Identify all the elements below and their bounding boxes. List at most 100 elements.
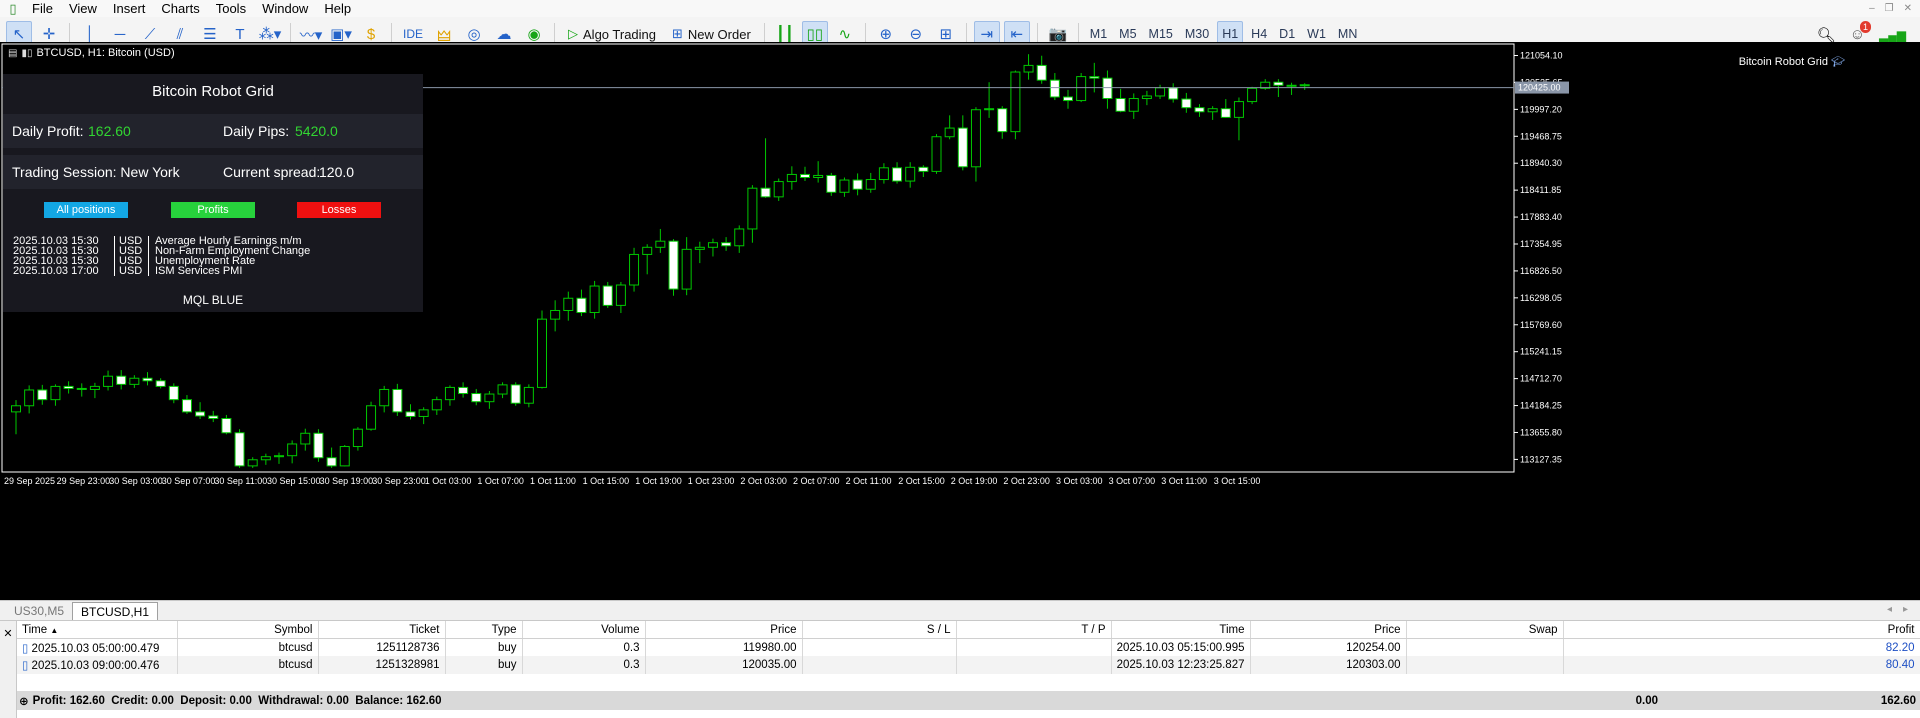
tab-scroll-left-icon[interactable]: ◂ xyxy=(1887,604,1892,615)
daily-profit-value: 162.60 xyxy=(88,123,131,139)
table-header-row: Time ▲ Symbol Ticket Type Volume Price S… xyxy=(17,621,1920,639)
sort-ascending-icon: ▲ xyxy=(50,625,59,635)
column-header-sl[interactable]: S / L xyxy=(802,621,957,639)
play-icon: ▷ xyxy=(568,26,579,41)
candle-body xyxy=(300,432,311,445)
profits-button[interactable]: Profits xyxy=(171,202,255,218)
cell-time: ▯ 2025.10.03 05:00:00.479 xyxy=(17,638,178,656)
y-tick-label: 115769.60 xyxy=(1520,320,1562,330)
cell-tp xyxy=(956,638,1112,656)
candle-body xyxy=(11,405,21,413)
candle-body xyxy=(970,109,981,168)
profit-row: Daily Profit: 162.60 Daily Pips: 5420.0 xyxy=(3,114,423,148)
candle-body xyxy=(1168,87,1179,100)
y-tick-label: 121054.10 xyxy=(1520,51,1563,61)
candle-body xyxy=(1141,95,1152,100)
column-header-price[interactable]: Price xyxy=(645,621,803,639)
x-tick-label: 3 Oct 07:00 xyxy=(1109,476,1156,486)
candle-body xyxy=(392,388,403,413)
column-header-tp[interactable]: T / P xyxy=(956,621,1112,639)
cell-close-price: 120254.00 xyxy=(1250,638,1407,656)
column-header-profit[interactable]: Profit xyxy=(1563,621,1920,639)
expand-summary-icon[interactable]: ⊕ xyxy=(17,694,33,708)
menu-bar: ▯ File View Insert Charts Tools Window H… xyxy=(0,0,1920,17)
menu-window[interactable]: Window xyxy=(256,0,318,17)
restore-icon[interactable]: ❐ xyxy=(1885,0,1894,17)
y-tick-label: 116298.05 xyxy=(1520,293,1562,303)
candle-body xyxy=(1194,107,1205,113)
menu-help[interactable]: Help xyxy=(318,0,361,17)
candle-body xyxy=(195,411,206,417)
notification-badge: 1 xyxy=(1860,21,1872,33)
chart-title: BTCUSD, H1: Bitcoin (USD) xyxy=(36,47,175,59)
candle-body xyxy=(523,386,534,404)
candle-body xyxy=(37,389,48,401)
summary-text: Profit: 162.60 Credit: 0.00 Deposit: 0.0… xyxy=(32,694,442,707)
table-row[interactable]: ▯ 2025.10.03 09:00:00.476 btcusd 1251328… xyxy=(17,656,1920,674)
close-toolbox-icon[interactable]: ✕ xyxy=(0,621,17,718)
session-row: Trading Session: New York Current spread… xyxy=(3,155,423,189)
trades-table: Time ▲ Symbol Ticket Type Volume Price S… xyxy=(17,621,1920,674)
column-header-symbol[interactable]: Symbol xyxy=(177,621,319,639)
close-window-icon[interactable]: ✕ xyxy=(1904,0,1912,17)
cell-profit: 82.20 xyxy=(1563,638,1920,656)
tab-us30-m5[interactable]: US30,M5 xyxy=(6,602,72,620)
losses-button[interactable]: Losses xyxy=(297,202,381,218)
indicator-name-label: Bitcoin Robot Grid 🎓︎ xyxy=(1739,55,1845,68)
menu-tools[interactable]: Tools xyxy=(210,0,256,17)
candle-body xyxy=(379,388,390,407)
candle-body xyxy=(405,411,416,417)
cell-symbol: btcusd xyxy=(177,656,319,674)
candle-body xyxy=(287,443,298,457)
table-row[interactable]: ▯ 2025.10.03 05:00:00.479 btcusd 1251128… xyxy=(17,638,1920,656)
candle-body xyxy=(1036,64,1047,81)
candle-body xyxy=(339,446,350,467)
x-tick-label: 30 Sep 19:00 xyxy=(320,476,374,486)
menu-insert[interactable]: Insert xyxy=(107,0,156,17)
cell-sl xyxy=(802,656,957,674)
candle-body xyxy=(1233,101,1244,118)
x-tick-label: 29 Sep 23:00 xyxy=(57,476,111,486)
x-tick-label: 2 Oct 07:00 xyxy=(793,476,840,486)
column-header-close-time[interactable]: Time xyxy=(1111,621,1251,639)
column-header-ticket[interactable]: Ticket xyxy=(318,621,446,639)
menu-charts[interactable]: Charts xyxy=(155,0,209,17)
candle-body xyxy=(1049,79,1060,98)
candle-body xyxy=(89,385,100,390)
search-icon[interactable]: 🔍︎ xyxy=(1817,26,1836,44)
tab-btcusd-h1[interactable]: BTCUSD,H1 xyxy=(72,602,159,620)
candle-body xyxy=(484,393,495,403)
minimize-icon[interactable]: – xyxy=(1869,0,1875,17)
cell-ticket: 1251328981 xyxy=(318,656,446,674)
column-header-swap[interactable]: Swap xyxy=(1406,621,1564,639)
x-tick-label: 30 Sep 15:00 xyxy=(267,476,321,486)
chart-menu-icon[interactable]: ▤ xyxy=(8,48,17,59)
column-header-time[interactable]: Time ▲ xyxy=(17,621,178,639)
cell-type: buy xyxy=(445,656,523,674)
column-header-volume[interactable]: Volume xyxy=(522,621,646,639)
candle-body xyxy=(984,108,995,111)
candle-body xyxy=(655,240,666,248)
column-header-type[interactable]: Type xyxy=(445,621,523,639)
x-tick-label: 2 Oct 23:00 xyxy=(1003,476,1050,486)
candle-body xyxy=(1273,81,1284,86)
candle-body xyxy=(181,399,192,413)
notifications-icon[interactable]: ☺ 1 xyxy=(1850,21,1872,43)
all-positions-button[interactable]: All positions xyxy=(44,202,128,218)
new-order-label: New Order xyxy=(687,26,751,42)
candle-body xyxy=(918,166,929,172)
news-item: 2025.10.03 17:00 USD ISM Services PMI xyxy=(13,266,310,277)
tab-scroll-right-icon[interactable]: ▸ xyxy=(1903,604,1908,615)
candle-body xyxy=(260,456,271,461)
x-tick-label: 30 Sep 07:00 xyxy=(162,476,216,486)
menu-view[interactable]: View xyxy=(63,0,107,17)
y-tick-label: 113655.80 xyxy=(1520,427,1562,437)
deal-icon: ▯ xyxy=(22,642,29,655)
x-tick-label: 2 Oct 03:00 xyxy=(740,476,787,486)
cell-close-time: 2025.10.03 12:23:25.827 xyxy=(1111,656,1251,674)
column-header-close-price[interactable]: Price xyxy=(1250,621,1407,639)
candle-body xyxy=(1155,87,1166,97)
candle-body xyxy=(1220,108,1231,118)
candle-body xyxy=(497,384,508,395)
menu-file[interactable]: File xyxy=(26,0,63,17)
